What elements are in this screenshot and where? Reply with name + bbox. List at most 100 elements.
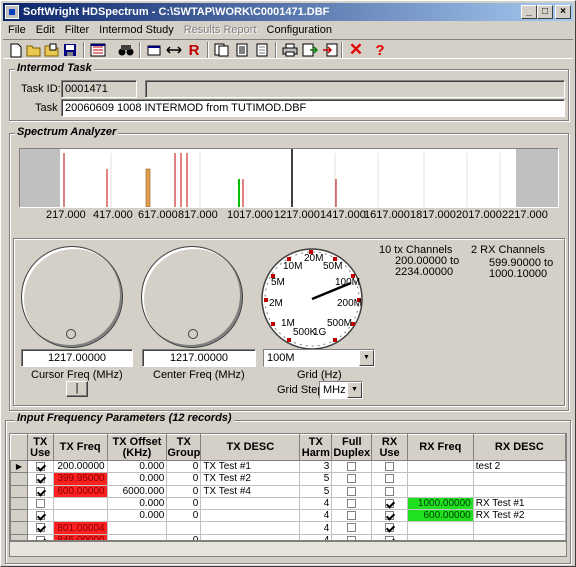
col-tx-group[interactable]: TX Group bbox=[166, 434, 202, 461]
title-bar[interactable]: SoftWright HDSpectrum - C:\SWTAP\WORK\C0… bbox=[3, 3, 573, 21]
cell-rx-freq[interactable] bbox=[406, 521, 474, 535]
row-indicator[interactable] bbox=[10, 521, 28, 535]
cell-tx-freq[interactable]: 399.95000 bbox=[52, 472, 108, 486]
help-icon[interactable]: ? bbox=[371, 41, 389, 59]
chevron-down-icon[interactable]: ▼ bbox=[347, 382, 362, 398]
cell-tx-offset[interactable]: 6000.000 bbox=[106, 484, 168, 498]
copy-icon[interactable] bbox=[213, 41, 231, 59]
checkbox[interactable] bbox=[35, 474, 45, 484]
col-full-duplex[interactable]: Full Duplex bbox=[331, 434, 373, 461]
doc2-icon[interactable] bbox=[253, 41, 271, 59]
cell-rx-desc[interactable] bbox=[472, 484, 566, 498]
checkbox[interactable] bbox=[385, 523, 395, 533]
menu-file[interactable]: File bbox=[3, 21, 31, 39]
checkbox[interactable] bbox=[35, 462, 45, 471]
row-indicator[interactable] bbox=[10, 496, 28, 511]
table-row[interactable]: 600.00000 6000.000 0 TX Test #4 5 bbox=[10, 484, 566, 498]
grid-dial[interactable]: 10M 20M 50M 100M 200M 500M 1G 500K 1M 2M… bbox=[259, 246, 365, 352]
table-row[interactable]: ▶ 200.00000 0.000 0 TX Test #1 3 test 2 bbox=[10, 459, 566, 474]
checkbox[interactable] bbox=[347, 462, 357, 471]
col-tx-harm[interactable]: TX Harm bbox=[299, 434, 333, 461]
checkbox[interactable] bbox=[385, 462, 395, 471]
report-r-icon[interactable]: R bbox=[185, 41, 203, 59]
cell-tx-offset[interactable]: 0.000 bbox=[106, 509, 168, 523]
cell-tx-use[interactable] bbox=[26, 509, 54, 523]
open-file-icon[interactable] bbox=[43, 41, 61, 59]
cell-tx-use[interactable] bbox=[26, 484, 54, 498]
cell-tx-harm[interactable]: 4 bbox=[299, 533, 333, 540]
cell-tx-desc[interactable]: TX Test #2 bbox=[200, 472, 301, 486]
cell-rx-use[interactable] bbox=[371, 459, 408, 474]
menu-intermod-study[interactable]: Intermod Study bbox=[94, 21, 179, 39]
cell-tx-offset[interactable] bbox=[106, 533, 168, 540]
new-file-icon[interactable] bbox=[7, 41, 25, 59]
cell-tx-harm[interactable]: 5 bbox=[299, 484, 333, 498]
grid-step-select[interactable]: MHz ▼ bbox=[319, 381, 363, 399]
cell-tx-desc[interactable] bbox=[200, 509, 301, 523]
open-folder-icon[interactable] bbox=[25, 41, 43, 59]
cell-rx-freq[interactable] bbox=[406, 533, 474, 540]
checkbox[interactable] bbox=[347, 511, 357, 521]
checkbox[interactable] bbox=[347, 486, 357, 496]
cell-tx-freq[interactable] bbox=[52, 496, 108, 511]
cell-tx-desc[interactable]: TX Test #4 bbox=[200, 484, 301, 498]
cell-tx-group[interactable]: 0 bbox=[166, 484, 202, 498]
cell-rx-desc[interactable] bbox=[472, 472, 566, 486]
row-indicator[interactable] bbox=[10, 484, 28, 498]
col-rx-freq[interactable]: RX Freq bbox=[406, 434, 474, 461]
cell-full-duplex[interactable] bbox=[331, 533, 373, 540]
row-indicator[interactable] bbox=[10, 509, 28, 523]
app-icon[interactable] bbox=[5, 5, 19, 19]
cell-rx-desc[interactable]: test 2 bbox=[472, 459, 566, 474]
cell-rx-freq[interactable]: 1000.00000 bbox=[406, 496, 474, 511]
cell-full-duplex[interactable] bbox=[331, 496, 373, 511]
cell-tx-freq[interactable]: 200.00000 bbox=[52, 459, 108, 474]
cell-tx-use[interactable] bbox=[26, 472, 54, 486]
binoculars-icon[interactable] bbox=[117, 41, 135, 59]
cell-rx-freq[interactable]: 600.00000 bbox=[406, 509, 474, 523]
table-row[interactable]: 801.00004 4 bbox=[10, 521, 566, 535]
cell-rx-use[interactable] bbox=[371, 496, 408, 511]
cell-tx-group[interactable]: 0 bbox=[166, 533, 202, 540]
cell-tx-desc[interactable] bbox=[200, 521, 301, 535]
cell-tx-freq[interactable] bbox=[52, 509, 108, 523]
export-icon[interactable] bbox=[301, 41, 319, 59]
menu-edit[interactable]: Edit bbox=[31, 21, 60, 39]
cursor-freq-field[interactable]: 1217.00000 bbox=[21, 349, 133, 367]
cell-tx-harm[interactable]: 5 bbox=[299, 472, 333, 486]
col-tx-use[interactable]: TX Use bbox=[26, 434, 54, 461]
table-row[interactable]: 0.000 0 4 600.00000 RX Test #2 bbox=[10, 509, 566, 523]
cell-rx-use[interactable] bbox=[371, 533, 408, 540]
cell-tx-freq[interactable]: 801.00004 bbox=[52, 521, 108, 535]
cell-tx-harm[interactable]: 4 bbox=[299, 521, 333, 535]
cell-tx-use[interactable] bbox=[26, 521, 54, 535]
checkbox[interactable] bbox=[385, 486, 395, 496]
cell-rx-use[interactable] bbox=[371, 472, 408, 486]
minimize-button[interactable]: _ bbox=[521, 5, 537, 19]
menu-filter[interactable]: Filter bbox=[60, 21, 94, 39]
horizontal-scrollbar[interactable] bbox=[9, 541, 567, 557]
col-tx-desc[interactable]: TX DESC bbox=[200, 434, 301, 461]
cell-rx-desc[interactable] bbox=[472, 533, 566, 540]
window-icon[interactable] bbox=[145, 41, 163, 59]
cell-tx-group[interactable]: 0 bbox=[166, 459, 202, 474]
cell-rx-desc[interactable] bbox=[472, 521, 566, 535]
table-row[interactable]: 399.95000 0.000 0 TX Test #2 5 bbox=[10, 472, 566, 486]
cell-tx-use[interactable] bbox=[26, 459, 54, 474]
chevron-down-icon[interactable]: ▼ bbox=[359, 350, 374, 366]
cell-tx-harm[interactable]: 4 bbox=[299, 509, 333, 523]
cell-tx-freq[interactable]: 845.00000 bbox=[52, 533, 108, 540]
cell-tx-group[interactable]: 0 bbox=[166, 509, 202, 523]
maximize-button[interactable]: □ bbox=[537, 5, 553, 19]
checkbox[interactable] bbox=[35, 511, 45, 521]
cell-rx-freq[interactable] bbox=[406, 459, 474, 474]
row-indicator[interactable]: ▶ bbox=[10, 459, 28, 474]
table-row[interactable]: 0.000 0 4 1000.00000 RX Test #1 bbox=[10, 496, 566, 511]
print-icon[interactable] bbox=[281, 41, 299, 59]
cell-tx-use[interactable] bbox=[26, 533, 54, 540]
cell-rx-use[interactable] bbox=[371, 521, 408, 535]
params-grid[interactable]: TX Use TX Freq TX Offset (KHz) TX Group … bbox=[9, 433, 567, 541]
cell-rx-freq[interactable] bbox=[406, 484, 474, 498]
checkbox[interactable] bbox=[35, 486, 45, 496]
checkbox[interactable] bbox=[347, 523, 357, 533]
